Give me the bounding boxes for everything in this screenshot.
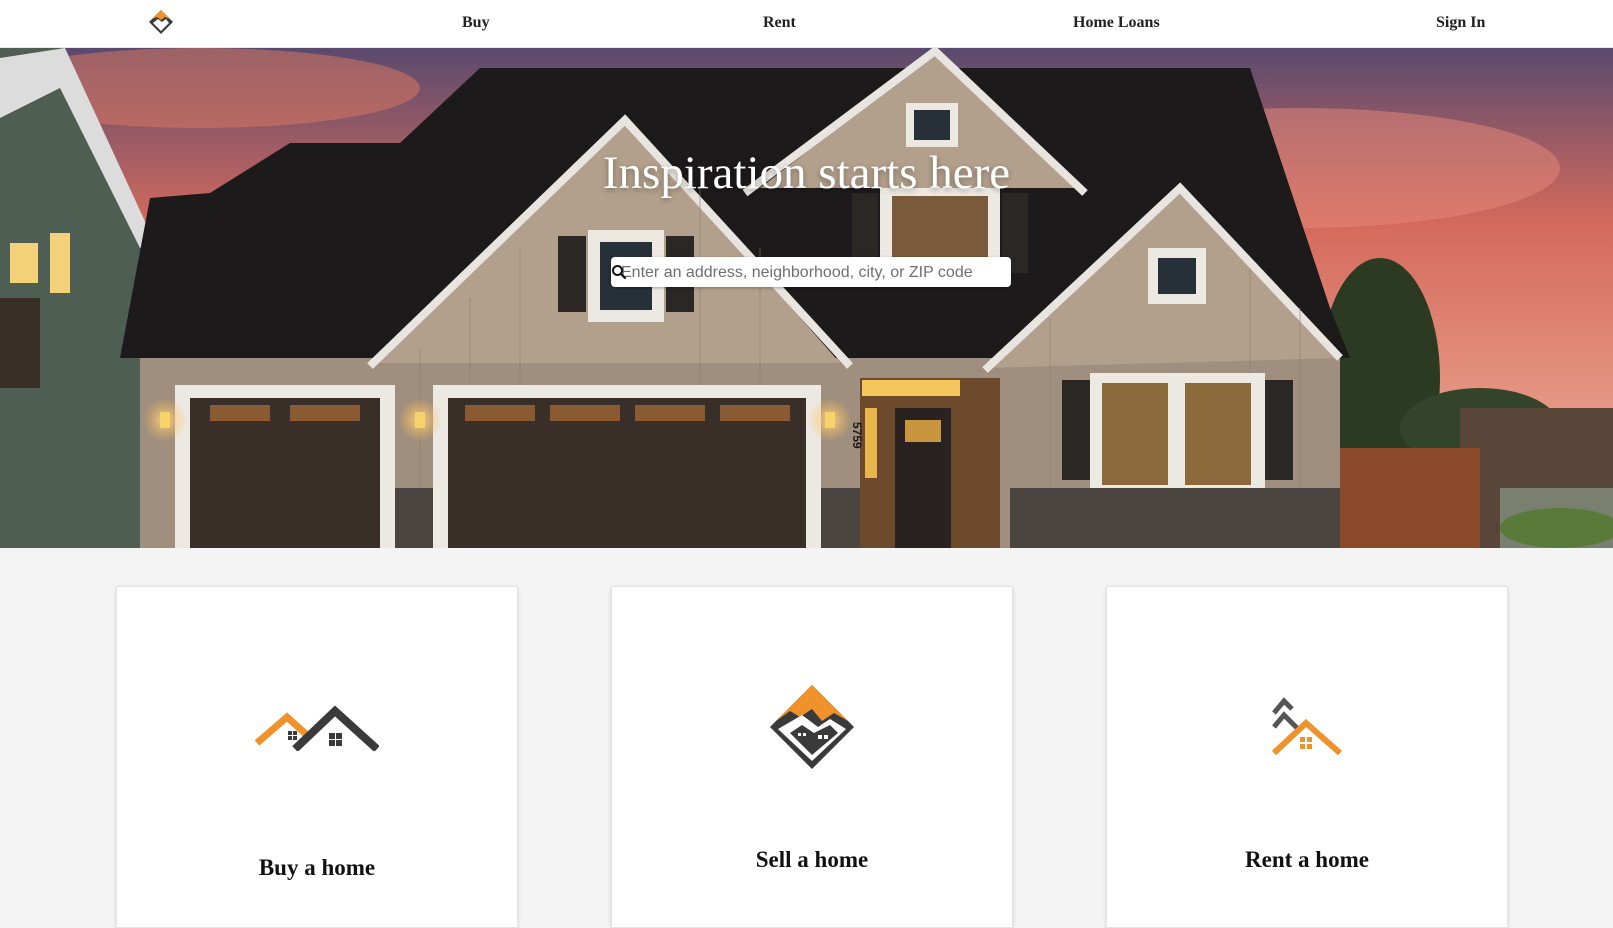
nav-home-loans-link[interactable]: Home Loans bbox=[1073, 14, 1160, 32]
house-number: 5759 bbox=[850, 422, 864, 449]
roof-stack-icon bbox=[1271, 697, 1342, 756]
search-box bbox=[611, 257, 1011, 289]
search-input[interactable] bbox=[619, 257, 983, 289]
sell-home-card[interactable]: Sell a home bbox=[611, 586, 1013, 928]
nav-sign-in-link[interactable]: Sign In bbox=[1436, 14, 1485, 32]
house-diamond-logo-icon[interactable] bbox=[148, 9, 174, 35]
top-nav: Buy Rent Home Loans Sign In bbox=[0, 0, 1613, 48]
nav-buy-link[interactable]: Buy bbox=[462, 14, 490, 32]
two-roofs-icon bbox=[254, 705, 380, 752]
search-icon[interactable] bbox=[611, 264, 627, 280]
rent-home-card[interactable]: Rent a home bbox=[1106, 586, 1508, 928]
card-label-buy: Buy a home bbox=[258, 855, 376, 880]
hero-house-image: 5759 bbox=[0, 48, 1613, 548]
card-label-rent: Rent a home bbox=[1245, 847, 1369, 872]
buy-home-card[interactable]: Buy a home bbox=[116, 586, 518, 928]
hero-banner: 5759 Inspiration starts here bbox=[0, 48, 1613, 548]
hero-title: Inspiration starts here bbox=[602, 147, 1011, 199]
card-label-sell: Sell a home bbox=[755, 847, 869, 872]
house-diamond-icon bbox=[770, 685, 854, 769]
nav-rent-link[interactable]: Rent bbox=[763, 14, 796, 32]
